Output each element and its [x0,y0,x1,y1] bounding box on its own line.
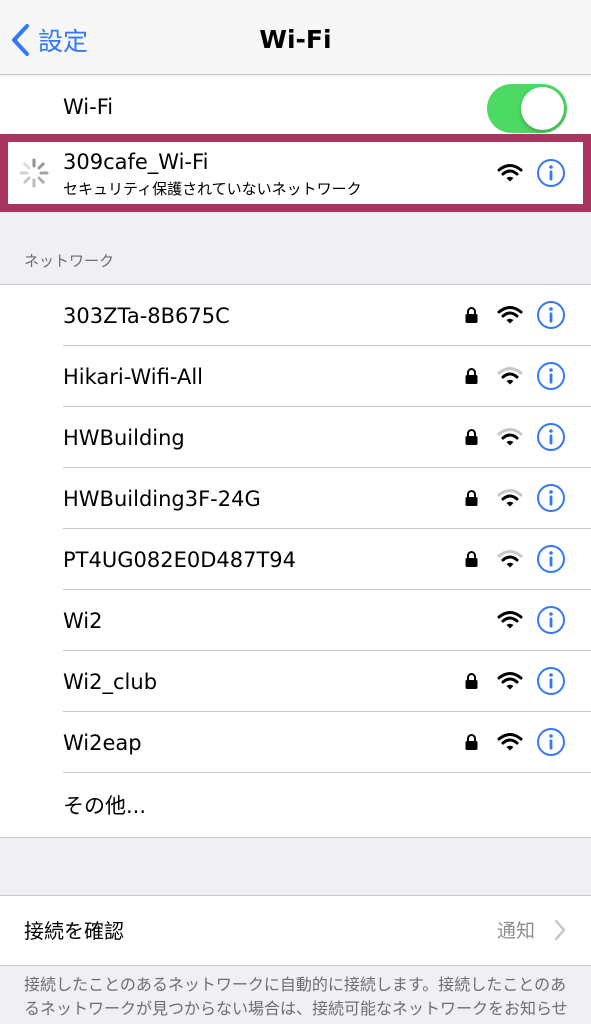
lock-icon [465,734,478,750]
wifi-signal-icon [497,611,523,629]
network-name: 303ZTa-8B675C [63,303,230,328]
network-name: Wi2 [63,608,103,633]
wifi-signal-icon [497,164,523,182]
wifi-toggle-switch[interactable] [487,84,567,133]
wifi-toggle-label: Wi-Fi [63,95,114,119]
navigation-bar: 設定 Wi-Fi [0,0,591,75]
lock-icon [465,307,478,323]
current-network-subtitle: セキュリティ保護されていないネットワーク [63,180,362,198]
network-name: PT4UG082E0D487T94 [63,547,297,572]
lock-icon [465,673,478,689]
wifi-signal-icon [497,489,523,507]
lock-icon [465,490,478,506]
list-bottom-divider [0,837,591,838]
wifi-signal-icon [497,428,523,446]
other-network-row[interactable]: その他... [0,773,591,837]
current-network-name: 309cafe_Wi-Fi [63,150,209,174]
footer-description: 接続したことのあるネットワークに自動的に接続します。接続したことのあるネットワー… [24,975,568,1024]
info-icon[interactable] [536,361,566,391]
chevron-right-icon [554,919,566,941]
network-name: Hikari-Wifi-All [63,364,203,389]
ask-to-join-value: 通知 [496,920,535,942]
lock-icon [465,429,478,445]
info-icon[interactable] [536,483,566,513]
network-name: Wi2eap [63,730,142,755]
lock-icon [465,551,478,567]
network-name: HWBuilding3F-24G [63,486,261,511]
info-icon[interactable] [536,300,566,330]
ask-to-join-label: 接続を確認 [24,919,124,943]
info-icon[interactable] [536,544,566,574]
section-header-networks: ネットワーク [24,252,115,270]
network-name: HWBuilding [63,425,185,450]
network-name: Wi2_club [63,669,158,694]
info-icon[interactable] [536,666,566,696]
lock-icon [465,368,478,384]
verify-bottom-divider [0,965,591,966]
info-icon[interactable] [536,158,566,188]
wifi-signal-icon [497,306,523,324]
info-icon[interactable] [536,605,566,635]
other-network-label: その他... [63,794,147,818]
wifi-signal-icon [497,550,523,568]
loading-spinner-icon [19,158,49,188]
toggle-knob [521,87,564,130]
ask-to-join-row[interactable]: 接続を確認 通知 [0,896,591,965]
info-icon[interactable] [536,727,566,757]
info-icon[interactable] [536,422,566,452]
wifi-signal-icon [497,733,523,751]
wifi-signal-icon [497,672,523,690]
page-title: Wi-Fi [259,25,332,54]
wifi-signal-icon [497,367,523,385]
